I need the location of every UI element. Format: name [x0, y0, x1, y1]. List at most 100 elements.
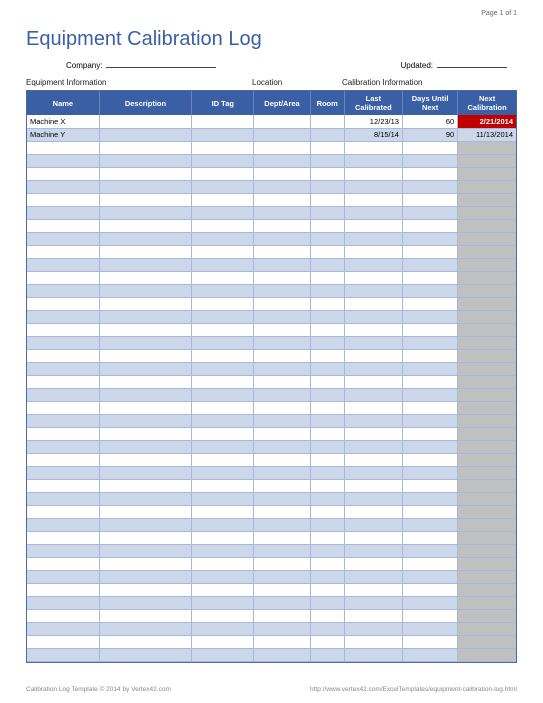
table-row [27, 544, 516, 557]
cell [254, 388, 310, 401]
cell [192, 453, 254, 466]
cell [27, 518, 99, 531]
table-row [27, 388, 516, 401]
cell [458, 193, 516, 206]
cell [310, 128, 344, 141]
table-row [27, 258, 516, 271]
cell [254, 505, 310, 518]
log-table-wrap: Name Description ID Tag Dept/Area Room L… [26, 90, 517, 663]
cell [99, 596, 191, 609]
cell [254, 284, 310, 297]
cell [458, 492, 516, 505]
col-description: Description [99, 91, 191, 115]
cell [27, 154, 99, 167]
cell [192, 297, 254, 310]
cell [27, 258, 99, 271]
table-body: Machine X12/23/13602/21/2014Machine Y8/1… [27, 115, 516, 661]
cell [458, 167, 516, 180]
cell [402, 492, 457, 505]
cell [458, 349, 516, 362]
table-row [27, 505, 516, 518]
cell [99, 609, 191, 622]
cell [99, 635, 191, 648]
cell [458, 258, 516, 271]
cell [99, 128, 191, 141]
cell [192, 427, 254, 440]
cell [344, 466, 402, 479]
cell [27, 232, 99, 245]
cell [344, 505, 402, 518]
updated-label: Updated: [401, 61, 437, 70]
cell [254, 583, 310, 596]
cell [27, 349, 99, 362]
cell [27, 531, 99, 544]
cell [310, 258, 344, 271]
cell [192, 505, 254, 518]
cell [254, 297, 310, 310]
cell [254, 193, 310, 206]
table-row [27, 219, 516, 232]
cell [254, 375, 310, 388]
cell [458, 180, 516, 193]
table-row [27, 609, 516, 622]
cell [99, 284, 191, 297]
cell [310, 297, 344, 310]
cell [192, 557, 254, 570]
cell [402, 258, 457, 271]
cell [27, 375, 99, 388]
col-dept: Dept/Area [254, 91, 310, 115]
cell [192, 648, 254, 661]
cell [310, 570, 344, 583]
cell [27, 427, 99, 440]
cell [99, 115, 191, 128]
cell [99, 622, 191, 635]
page-number: Page 1 of 1 [481, 10, 517, 17]
cell [192, 336, 254, 349]
table-row [27, 323, 516, 336]
cell [99, 414, 191, 427]
cell [458, 310, 516, 323]
cell [458, 219, 516, 232]
table-row: Machine Y8/15/149011/13/2014 [27, 128, 516, 141]
cell [99, 258, 191, 271]
cell [99, 505, 191, 518]
cell [192, 596, 254, 609]
cell [99, 154, 191, 167]
cell [192, 154, 254, 167]
col-room: Room [310, 91, 344, 115]
cell [99, 323, 191, 336]
cell [402, 570, 457, 583]
cell [27, 388, 99, 401]
cell [254, 557, 310, 570]
cell [192, 531, 254, 544]
cell [27, 271, 99, 284]
cell [310, 219, 344, 232]
cell [344, 453, 402, 466]
col-next: Next Calibration [458, 91, 516, 115]
cell [310, 141, 344, 154]
cell [27, 362, 99, 375]
cell [402, 583, 457, 596]
cell [254, 609, 310, 622]
cell [27, 492, 99, 505]
cell [402, 375, 457, 388]
cell [458, 297, 516, 310]
cell [254, 635, 310, 648]
company-field: Company: [66, 58, 216, 70]
cell [310, 583, 344, 596]
cell [310, 388, 344, 401]
table-row [27, 284, 516, 297]
cell [310, 245, 344, 258]
cell [192, 219, 254, 232]
cell [344, 492, 402, 505]
cell [254, 154, 310, 167]
cell [254, 323, 310, 336]
cell [344, 232, 402, 245]
cell [458, 206, 516, 219]
cell [458, 284, 516, 297]
cell [27, 310, 99, 323]
cell [402, 141, 457, 154]
cell [192, 362, 254, 375]
cell [254, 570, 310, 583]
cell [310, 635, 344, 648]
